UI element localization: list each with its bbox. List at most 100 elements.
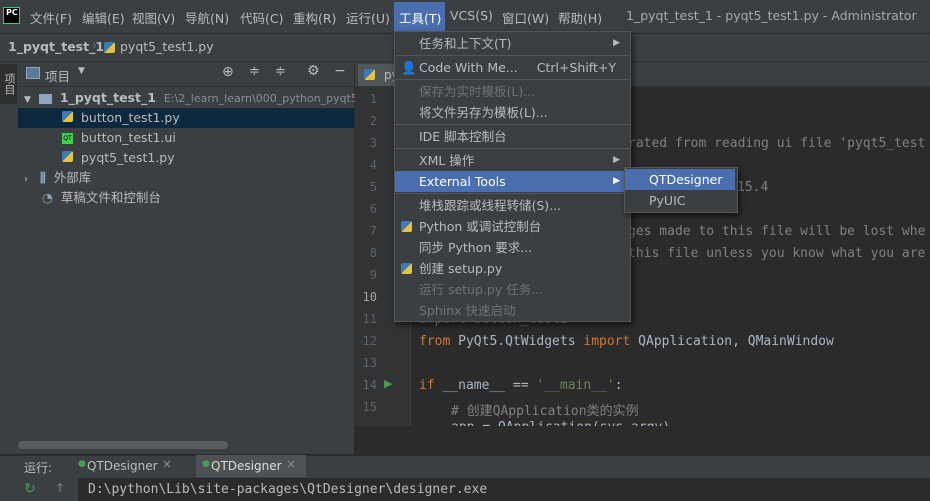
run-gutter-icon[interactable]: ▶	[384, 377, 392, 390]
ui-file-icon: QT	[62, 133, 73, 144]
tree-label: 外部库	[53, 170, 92, 185]
chevron-down-icon[interactable]: ▼	[78, 66, 85, 76]
python-file-icon	[62, 111, 73, 122]
menu-item-save-live-template[interactable]: 保存为实时模板(L)...	[395, 81, 628, 102]
locate-icon[interactable]: ⊕	[222, 64, 234, 80]
project-view-icon	[26, 67, 40, 79]
line-number: 9	[369, 268, 377, 282]
tree-file-pyqt5-test1-py[interactable]: pyqt5_test1.py	[18, 148, 354, 168]
line-number: 14	[362, 378, 377, 392]
run-tab-2[interactable]: QTDesigner	[211, 459, 282, 473]
menu-tools[interactable]: 工具(T)	[399, 8, 441, 27]
tree-root-path: E:\2_learn_learn\000_python_pyqt5\	[163, 92, 362, 105]
user-icon: 👤	[401, 60, 417, 75]
file-name: button_test1.ui	[80, 130, 176, 145]
code-line-16: app = QApplication(sys.argv)	[451, 420, 670, 426]
rerun-icon[interactable]: ↻	[24, 481, 36, 497]
tree-root[interactable]: ▼ 1_pyqt_test_1 E:\2_learn_learn\000_pyt…	[18, 88, 362, 108]
line-number: 2	[369, 114, 377, 128]
line-number: 15	[362, 400, 377, 414]
submenu-item-qtdesigner[interactable]: QTDesigner	[625, 169, 735, 190]
menu-item-save-file-as-template[interactable]: 将文件另存为模板(L)...	[395, 102, 628, 123]
left-tool-strip	[0, 62, 19, 454]
run-config-icon: ●	[202, 459, 210, 469]
submenu-arrow-icon: ▶	[613, 38, 620, 48]
chevron-down-icon: ▼	[24, 95, 31, 105]
file-name: button_test1.py	[80, 110, 180, 125]
line-number: 12	[362, 334, 377, 348]
scratches-icon: ◔	[42, 190, 53, 205]
minimize-icon[interactable]: −	[334, 63, 346, 79]
console-output-line: D:\python\Lib\site-packages\QtDesigner\d…	[88, 482, 488, 497]
menu-refactor[interactable]: 重构(R)	[293, 8, 336, 27]
tool-window-project-tab[interactable]: 项目	[0, 64, 17, 104]
library-icon: ⫼	[39, 170, 46, 185]
python-file-icon	[364, 69, 375, 80]
tree-file-button-test1-ui[interactable]: QT button_test1.ui	[18, 128, 354, 148]
horizontal-scrollbar[interactable]	[18, 441, 228, 449]
external-tools-submenu: QTDesigner PyUIC	[624, 167, 738, 213]
file-name: pyqt5_test1.py	[80, 150, 175, 165]
menu-run[interactable]: 运行(U)	[346, 8, 390, 27]
breadcrumb-file[interactable]: pyqt5_test1.py	[120, 39, 214, 54]
chevron-right-icon: ›	[24, 174, 28, 185]
expand-all-icon[interactable]: ≑	[249, 64, 260, 79]
code-line-14: if __name__ == '__main__':	[419, 378, 623, 393]
menu-separator	[396, 124, 629, 125]
menu-item-sync-requirements[interactable]: 同步 Python 要求...	[395, 237, 628, 258]
tools-menu: 任务和上下文(T) ▶ 👤 Code With Me... Ctrl+Shift+Y …	[394, 31, 631, 322]
gear-icon[interactable]: ⚙	[307, 63, 320, 79]
line-number: 7	[369, 224, 377, 238]
python-file-icon	[62, 151, 73, 162]
menu-item-external-tools[interactable]: External Tools ▶	[395, 171, 628, 192]
menu-item-tasks-contexts[interactable]: 任务和上下文(T) ▶	[395, 33, 628, 54]
run-console-toolbar	[0, 478, 78, 501]
submenu-arrow-icon: ▶	[613, 176, 620, 186]
menu-separator	[396, 193, 629, 194]
tree-file-button-test1-py[interactable]: button_test1.py	[18, 108, 354, 128]
line-number: 1	[369, 92, 377, 106]
menu-item-python-console[interactable]: Python 或调试控制台	[395, 216, 628, 237]
menu-item-ide-script-console[interactable]: IDE 脚本控制台	[395, 126, 628, 147]
line-number: 6	[369, 202, 377, 216]
menu-window[interactable]: 窗口(W)	[502, 8, 549, 27]
python-file-icon	[401, 263, 412, 274]
submenu-item-pyuic[interactable]: PyUIC	[625, 190, 735, 211]
menu-view[interactable]: 视图(V)	[132, 8, 175, 27]
menu-navigate[interactable]: 导航(N)	[185, 8, 229, 27]
menu-help[interactable]: 帮助(H)	[558, 8, 602, 27]
tree-scratches[interactable]: ◔ 草稿文件和控制台	[18, 188, 354, 208]
breadcrumb-project[interactable]: 1_pyqt_test_1	[8, 39, 104, 54]
menu-edit[interactable]: 编辑(E)	[82, 8, 125, 27]
collapse-all-icon[interactable]: ≑	[275, 64, 286, 79]
submenu-arrow-icon: ▶	[613, 155, 620, 165]
menu-item-code-with-me[interactable]: 👤 Code With Me... Ctrl+Shift+Y	[395, 57, 628, 78]
menu-file[interactable]: 文件(F)	[30, 8, 72, 27]
close-icon[interactable]: ×	[286, 457, 296, 471]
close-icon[interactable]: ×	[162, 457, 172, 471]
python-file-icon	[104, 42, 115, 56]
project-panel-title[interactable]: 项目	[45, 66, 70, 85]
tree-external-libraries[interactable]: › ⫼ 外部库	[18, 168, 354, 188]
editor-tab[interactable]: py	[358, 64, 399, 86]
menu-item-xml-actions[interactable]: XML 操作 ▶	[395, 150, 628, 171]
line-number: 8	[369, 246, 377, 260]
run-config-icon: ●	[78, 459, 86, 469]
line-number-current: 10	[362, 290, 377, 304]
menu-item-run-setup-task[interactable]: 运行 setup.py 任务...	[395, 279, 628, 300]
line-number: 4	[369, 158, 377, 172]
line-number: 3	[369, 136, 377, 150]
menu-vcs[interactable]: VCS(S)	[450, 8, 493, 23]
code-line-8: this file unless you know what you are	[628, 246, 926, 261]
run-tab-1[interactable]: QTDesigner	[87, 459, 158, 473]
menu-item-sphinx-quickstart[interactable]: Sphinx 快速启动	[395, 300, 628, 321]
line-number: 11	[362, 312, 377, 326]
pycharm-logo-icon: PC	[3, 7, 20, 24]
scroll-up-icon[interactable]: ↑	[55, 481, 65, 495]
menu-separator	[396, 148, 629, 149]
tree-root-name: 1_pyqt_test_1	[59, 90, 156, 105]
menu-item-create-setup-py[interactable]: 创建 setup.py	[395, 258, 628, 279]
menu-item-stack-trace[interactable]: 堆栈跟踪或线程转储(S)...	[395, 195, 628, 216]
code-line-3: rated from reading ui file 'pyqt5_test	[628, 136, 926, 151]
menu-code[interactable]: 代码(C)	[240, 8, 283, 27]
